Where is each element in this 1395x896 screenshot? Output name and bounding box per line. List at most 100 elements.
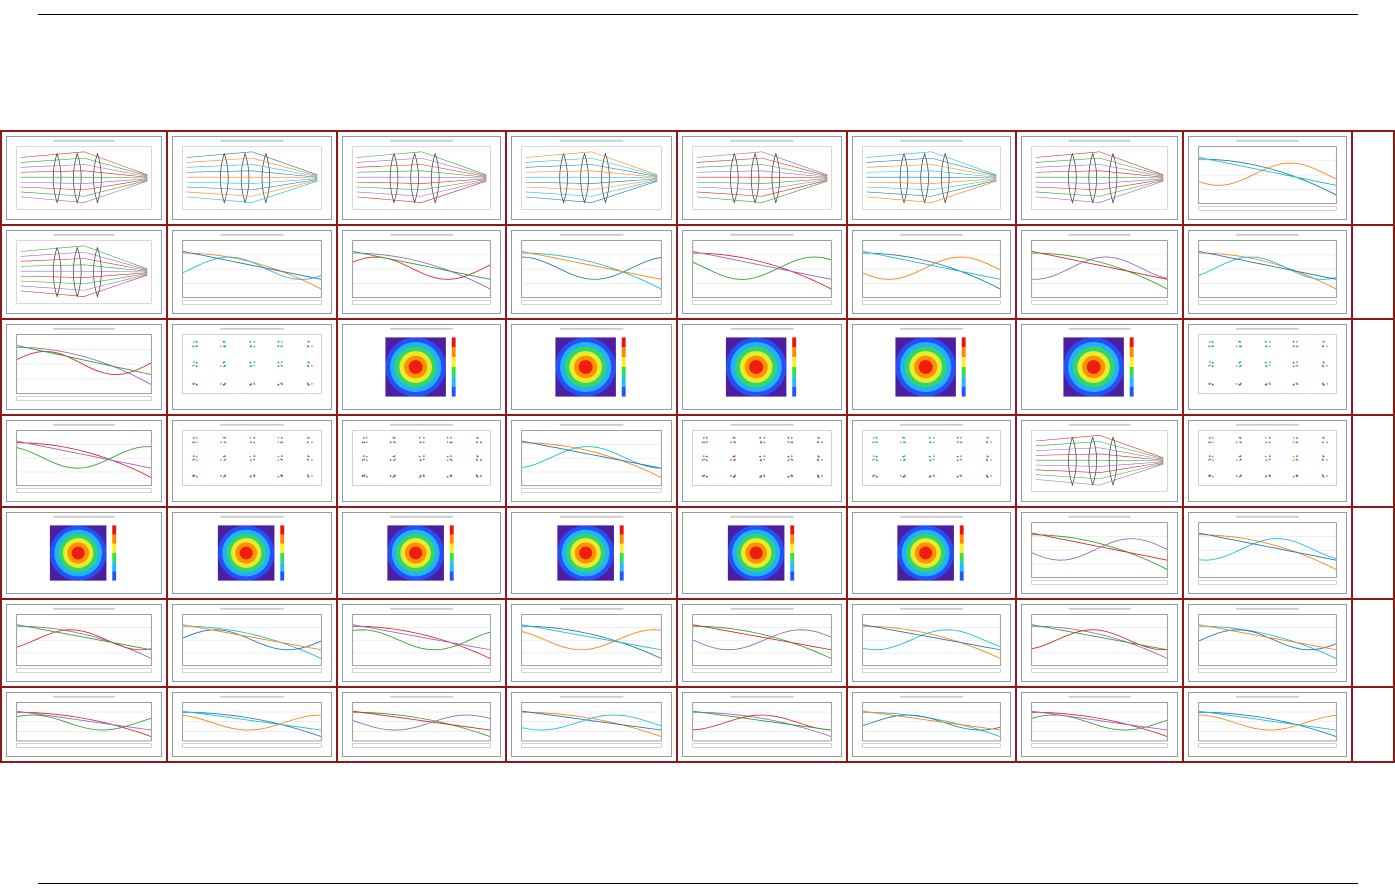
thumbnail-line-spread-2 — [511, 692, 672, 757]
thumbnail-ray-fan-sketch — [511, 230, 672, 314]
thumbnail-footprint-circles — [1188, 420, 1347, 502]
thumbnail-tolerance-spreadsheet — [1188, 692, 1347, 757]
thumbnail-spacer-cell — [1353, 226, 1393, 320]
thumbnail-encircled-energy-2 — [682, 692, 842, 757]
bottom-rule — [38, 883, 1358, 884]
thumbnail-graphic — [16, 423, 152, 493]
thumbnail-cell — [848, 226, 1017, 320]
thumbnail-cell — [507, 688, 678, 763]
thumbnail-cell — [678, 416, 848, 508]
thumbnail-fisheye-shaded — [342, 136, 501, 220]
thumbnail-graphic — [385, 327, 456, 397]
thumbnail-mtf-vs-field-3 — [1188, 604, 1347, 682]
thumbnail-cell — [848, 688, 1017, 763]
thumbnail-mtf-curve — [682, 604, 842, 682]
thumbnail-cell — [2, 600, 168, 688]
thumbnail-slider-layout — [852, 136, 1011, 220]
thumbnail-graphic — [862, 695, 1001, 748]
thumbnail-cell — [678, 600, 848, 688]
thumbnail-interferogram — [1021, 324, 1178, 410]
thumbnail-graphic — [1198, 515, 1337, 585]
thumbnail-graphic — [895, 327, 966, 397]
thumbnail-fft-psf-3d — [342, 512, 501, 594]
thumbnail-cell — [338, 416, 507, 508]
thumbnail-mtf-vs-field — [342, 604, 501, 682]
thumbnail-graphic — [182, 327, 322, 394]
thumbnail-cell — [848, 132, 1017, 226]
thumbnail-graphic — [1198, 233, 1337, 305]
thumbnail-huygens-psf-map — [852, 512, 1011, 594]
thumbnail-graphic — [897, 515, 964, 581]
thumbnail-cell — [2, 688, 168, 763]
thumbnail-lens-drawing — [6, 230, 162, 314]
thumbnail-mtf-slider — [852, 604, 1011, 682]
thumbnail-graphic — [521, 423, 662, 493]
thumbnail-cell — [1184, 508, 1353, 600]
thumbnail-spot-diagram — [172, 420, 332, 502]
thumbnail-graphic — [352, 607, 491, 673]
thumbnail-graphic — [521, 695, 662, 748]
thumbnail-graphic — [16, 139, 152, 210]
thumbnail-cell — [338, 132, 507, 226]
thumbnail-cell — [678, 688, 848, 763]
thumbnail-graphic — [862, 233, 1001, 305]
thumbnail-ensquared-energy-2 — [852, 692, 1011, 757]
thumbnail-cell — [1184, 226, 1353, 320]
thumbnail-pupil-grid — [682, 420, 842, 502]
thumbnail-graphic — [1031, 423, 1168, 492]
thumbnail-cell — [2, 226, 168, 320]
thumbnail-spacer-cell — [1353, 416, 1393, 508]
thumbnail-graphic — [1198, 695, 1337, 748]
thumbnail-cell — [2, 416, 168, 508]
thumbnail-cell — [1017, 600, 1184, 688]
thumbnail-through-focus-multi — [1021, 604, 1178, 682]
thumbnail-cell — [678, 320, 848, 416]
thumbnail-graphic — [1031, 695, 1168, 748]
thumbnail-graphic — [692, 607, 832, 673]
thumbnail-mtf-single — [172, 604, 332, 682]
thumbnail-cell — [1017, 508, 1184, 600]
thumbnail-graphic — [521, 139, 662, 210]
thumbnail-cell — [678, 508, 848, 600]
thumbnail-ensquared-energy — [342, 692, 501, 757]
thumbnail-mtf-vs-field-2 — [511, 604, 672, 682]
thumbnail-lens-layout-rays — [1021, 420, 1178, 502]
thumbnail-ray-aberration — [342, 230, 501, 314]
thumbnail-line-spread — [1021, 512, 1178, 594]
thumbnail-graphic — [352, 423, 491, 486]
thumbnail-graphic — [182, 695, 322, 748]
thumbnail-graphic — [182, 423, 322, 486]
thumbnail-cell — [338, 226, 507, 320]
thumbnail-cell — [678, 226, 848, 320]
thumbnail-graphic — [16, 607, 152, 673]
thumbnail-cell — [507, 226, 678, 320]
thumbnail-graphic — [555, 327, 626, 397]
thumbnail-graphic — [692, 695, 832, 748]
thumbnail-graphic — [16, 695, 152, 748]
thumbnail-graphic — [49, 515, 117, 581]
thumbnail-huygens-psf-3d — [682, 512, 842, 594]
thumbnail-cell — [2, 508, 168, 600]
thumbnail-graphic — [1031, 515, 1168, 585]
thumbnail-spacer-cell — [1353, 320, 1393, 416]
thumbnail-cell — [678, 132, 848, 226]
thumbnail-ray-fan-sketch-2 — [1021, 230, 1178, 314]
thumbnail-graphic — [521, 607, 662, 673]
thumbnail-cell — [1017, 132, 1184, 226]
thumbnail-grid-distortion — [172, 324, 332, 410]
thumbnail-graphic — [1198, 423, 1337, 486]
thumbnail-rms-vs-field — [511, 420, 672, 502]
thumbnail-fft-psf-map — [511, 512, 672, 594]
thumbnail-cell — [168, 688, 338, 763]
thumbnail-graphic — [862, 607, 1001, 673]
thumbnail-cell — [338, 600, 507, 688]
thumbnail-graphic — [182, 139, 322, 210]
thumbnail-cell — [1184, 600, 1353, 688]
thumbnail-cell — [338, 320, 507, 416]
thumbnail-graphic — [16, 233, 152, 304]
thumbnail-graphic — [692, 233, 832, 305]
thumbnail-cell — [507, 132, 678, 226]
thumbnail-graphic — [182, 607, 322, 673]
thumbnail-cell — [168, 508, 338, 600]
thumbnail-spot-diagram-2 — [342, 420, 501, 502]
